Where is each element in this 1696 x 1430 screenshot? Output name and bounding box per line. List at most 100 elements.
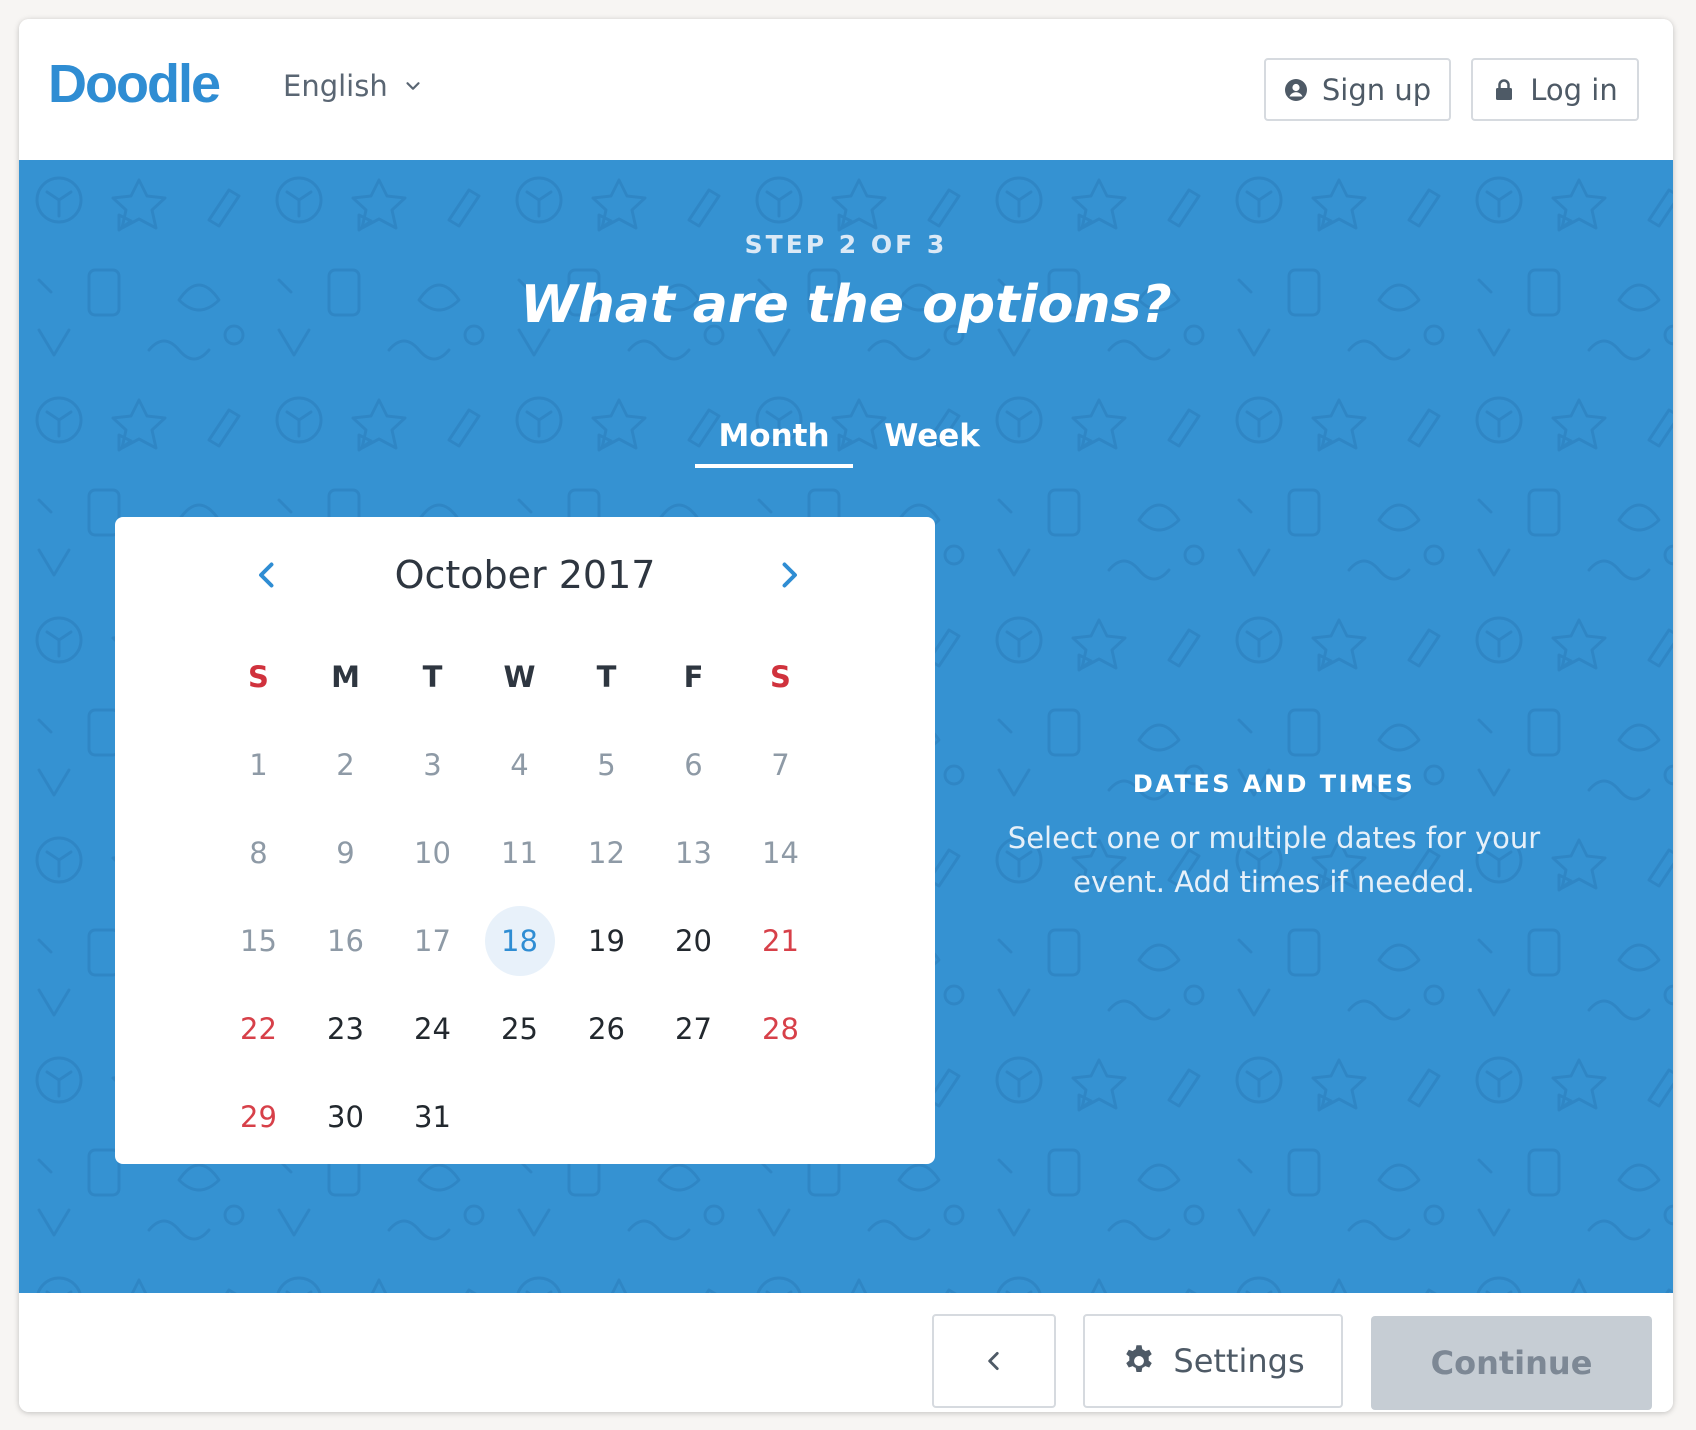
day-number: 28 bbox=[762, 1012, 799, 1046]
chevron-right-icon[interactable] bbox=[771, 557, 807, 593]
log-in-label: Log in bbox=[1530, 72, 1618, 107]
calendar-day: 8 bbox=[215, 809, 302, 897]
options-hero: STEP 2 OF 3 What are the options? Month … bbox=[19, 160, 1673, 1293]
day-number: 12 bbox=[588, 836, 625, 870]
day-number: 11 bbox=[501, 836, 538, 870]
calendar-day: 17 bbox=[389, 897, 476, 985]
sign-up-label: Sign up bbox=[1321, 72, 1432, 107]
user-icon bbox=[1284, 78, 1307, 101]
calendar-day: 9 bbox=[302, 809, 389, 897]
day-number: 20 bbox=[675, 924, 712, 958]
calendar-grid: S M T W T F S 1 2 3 4 5 6 7 8 9 10 11 12… bbox=[215, 633, 824, 1161]
continue-button[interactable]: Continue bbox=[1371, 1316, 1652, 1410]
weekday-header: S bbox=[248, 660, 269, 694]
lock-icon bbox=[1496, 78, 1513, 100]
day-number: 13 bbox=[675, 836, 712, 870]
calendar-day: 4 bbox=[476, 721, 563, 809]
day-number: 24 bbox=[414, 1012, 451, 1046]
day-number: 31 bbox=[414, 1100, 451, 1134]
calendar-day: 7 bbox=[737, 721, 824, 809]
calendar-day[interactable]: 22 bbox=[215, 985, 302, 1073]
day-number: 25 bbox=[501, 1012, 538, 1046]
calendar-header: October 2017 bbox=[115, 551, 935, 601]
weekday-header: T bbox=[596, 660, 617, 694]
top-header: Doodle English Sign up Log in bbox=[19, 19, 1673, 160]
back-button[interactable] bbox=[932, 1314, 1056, 1408]
tab-month[interactable]: Month bbox=[695, 418, 853, 468]
calendar-day[interactable]: 24 bbox=[389, 985, 476, 1073]
day-number: 29 bbox=[240, 1100, 277, 1134]
day-number: 6 bbox=[684, 748, 703, 782]
weekday-header: F bbox=[683, 660, 704, 694]
calendar-day[interactable]: 31 bbox=[389, 1073, 476, 1161]
calendar-day: 11 bbox=[476, 809, 563, 897]
calendar-day: 12 bbox=[563, 809, 650, 897]
view-tabs: Month Week bbox=[695, 418, 1011, 468]
calendar-day[interactable]: 26 bbox=[563, 985, 650, 1073]
calendar-day[interactable]: 28 bbox=[737, 985, 824, 1073]
info-panel: DATES AND TIMES Select one or multiple d… bbox=[964, 770, 1584, 904]
day-number: 10 bbox=[414, 836, 451, 870]
calendar-day[interactable]: 30 bbox=[302, 1073, 389, 1161]
day-number: 2 bbox=[336, 748, 355, 782]
log-in-button[interactable]: Log in bbox=[1471, 58, 1639, 121]
day-number: 27 bbox=[675, 1012, 712, 1046]
settings-button[interactable]: Settings bbox=[1083, 1314, 1343, 1408]
day-number: 4 bbox=[510, 748, 529, 782]
calendar-day: 13 bbox=[650, 809, 737, 897]
day-number: 23 bbox=[327, 1012, 364, 1046]
step-indicator: STEP 2 OF 3 bbox=[744, 230, 948, 259]
day-number: 18 bbox=[484, 906, 555, 976]
calendar-day: 16 bbox=[302, 897, 389, 985]
weekday-header: M bbox=[331, 660, 360, 694]
day-number: 19 bbox=[588, 924, 625, 958]
calendar-day[interactable]: 25 bbox=[476, 985, 563, 1073]
footer-bar: Settings Continue bbox=[19, 1293, 1673, 1412]
sign-up-button[interactable]: Sign up bbox=[1264, 58, 1451, 121]
calendar-day: 14 bbox=[737, 809, 824, 897]
day-number: 5 bbox=[597, 748, 616, 782]
calendar-day: 6 bbox=[650, 721, 737, 809]
calendar-day: 2 bbox=[302, 721, 389, 809]
weekday-header: T bbox=[422, 660, 443, 694]
calendar-day: 3 bbox=[389, 721, 476, 809]
day-number: 17 bbox=[414, 924, 451, 958]
day-number: 22 bbox=[240, 1012, 277, 1046]
info-text: Select one or multiple dates for your ev… bbox=[1007, 821, 1541, 899]
day-number: 21 bbox=[762, 924, 799, 958]
calendar-day[interactable]: 19 bbox=[563, 897, 650, 985]
app-window: Doodle English Sign up Log in STEP 2 OF … bbox=[19, 19, 1673, 1412]
day-number: 8 bbox=[249, 836, 268, 870]
day-number: 26 bbox=[588, 1012, 625, 1046]
calendar-day-today[interactable]: 18 bbox=[476, 897, 563, 985]
day-number: 3 bbox=[423, 748, 442, 782]
weekday-header: S bbox=[770, 660, 791, 694]
language-label: English bbox=[283, 69, 388, 103]
calendar-day: 10 bbox=[389, 809, 476, 897]
chevron-down-icon bbox=[406, 82, 420, 90]
calendar-day[interactable]: 20 bbox=[650, 897, 737, 985]
calendar-day: 15 bbox=[215, 897, 302, 985]
calendar-day[interactable]: 27 bbox=[650, 985, 737, 1073]
calendar-day: 1 bbox=[215, 721, 302, 809]
month-label: October 2017 bbox=[394, 553, 656, 597]
gear-icon bbox=[1126, 1345, 1153, 1372]
day-number: 1 bbox=[249, 748, 268, 782]
day-number: 9 bbox=[336, 836, 355, 870]
calendar-day[interactable]: 29 bbox=[215, 1073, 302, 1161]
weekday-header: W bbox=[503, 660, 536, 694]
chevron-left-icon bbox=[988, 1352, 999, 1370]
calendar-card: October 2017 S M T W T F S 1 2 3 4 5 6 7… bbox=[115, 517, 935, 1164]
doodle-logo[interactable]: Doodle bbox=[48, 53, 221, 115]
page-title: What are the options? bbox=[520, 275, 1172, 335]
tab-week[interactable]: Week bbox=[853, 418, 1011, 468]
day-number: 30 bbox=[327, 1100, 364, 1134]
day-number: 14 bbox=[762, 836, 799, 870]
day-number: 15 bbox=[240, 924, 277, 958]
info-title: DATES AND TIMES bbox=[1132, 770, 1416, 798]
calendar-day[interactable]: 21 bbox=[737, 897, 824, 985]
language-selector[interactable]: English bbox=[283, 69, 424, 103]
calendar-day: 5 bbox=[563, 721, 650, 809]
calendar-day[interactable]: 23 bbox=[302, 985, 389, 1073]
day-number: 7 bbox=[771, 748, 790, 782]
